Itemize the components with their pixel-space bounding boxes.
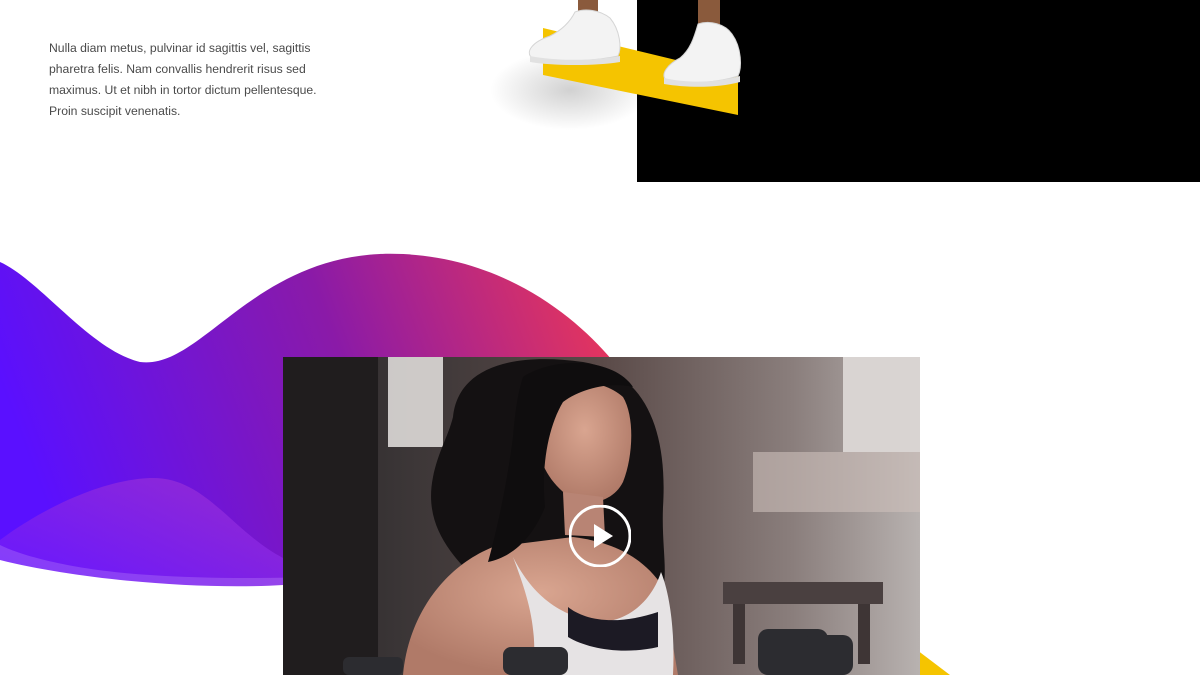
intro-paragraph: Nulla diam metus, pulvinar id sagittis v…	[49, 41, 317, 118]
video-player[interactable]	[283, 357, 920, 675]
play-circle-icon[interactable]	[569, 505, 631, 567]
sneakers-image	[490, 0, 741, 130]
